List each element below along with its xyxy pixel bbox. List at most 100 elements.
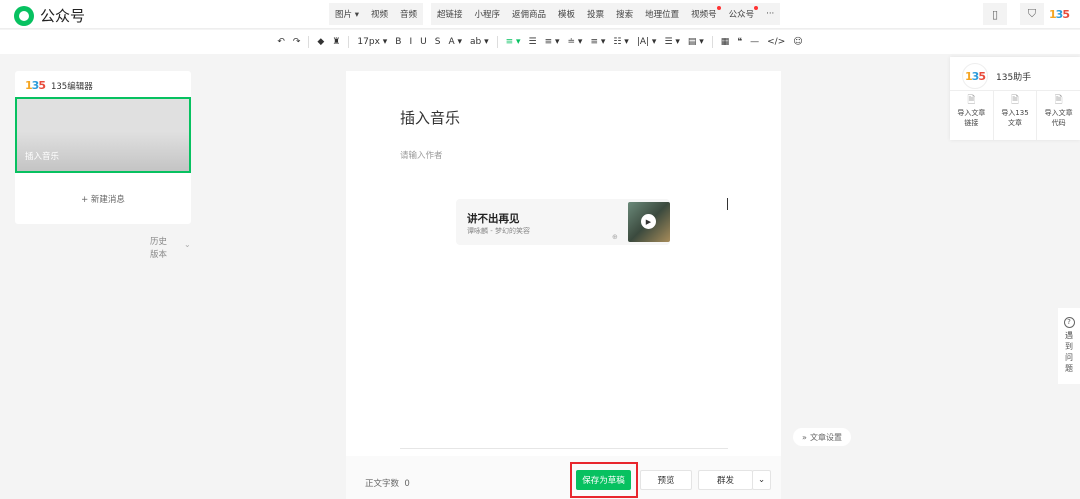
shield-icon[interactable]: ⛉ xyxy=(1020,3,1044,25)
toolbar-button[interactable]: ↷ xyxy=(293,37,301,47)
toolbar-button[interactable]: U xyxy=(420,37,427,47)
article-settings-button[interactable]: » 文章设置 xyxy=(793,428,851,446)
toolbar-button[interactable]: ▦ xyxy=(721,37,730,47)
new-message-button[interactable]: + 新建消息 xyxy=(15,193,191,205)
insert-miniprogram[interactable]: 小程序 xyxy=(469,8,507,20)
save-draft-button[interactable]: 保存为草稿 xyxy=(576,470,631,490)
text-cursor xyxy=(727,198,728,210)
play-icon[interactable]: ▶ xyxy=(641,214,656,229)
toolbar-button[interactable]: ☷ ▾ xyxy=(613,37,628,47)
more-button[interactable]: ··· xyxy=(760,9,780,19)
app-title: 公众号 xyxy=(40,7,86,25)
help-button[interactable]: ? 遇到问题 xyxy=(1058,308,1080,384)
toolbar-button[interactable]: ☰ xyxy=(529,37,537,47)
insert-audio[interactable]: 音频 xyxy=(394,8,423,20)
toolbar-button[interactable]: </> xyxy=(767,37,785,47)
import-135-article[interactable]: 🗎 导入135 文章 xyxy=(994,91,1038,140)
author-input[interactable]: 请输入作者 xyxy=(400,149,443,161)
editor: 插入音乐 请输入作者 讲不出再见 谭咏麟 - 梦幻的笑容 ⊕ ▶ 正文字数 0 … xyxy=(346,71,781,499)
insert-template[interactable]: 模板 xyxy=(552,8,581,20)
preview-button[interactable]: 预览 xyxy=(640,470,692,490)
song-title: 讲不出再见 xyxy=(467,213,520,225)
helper-title: 135助手 xyxy=(996,72,1032,83)
label: 代码 xyxy=(1051,119,1066,127)
label: 文章 xyxy=(1008,119,1022,127)
insert-vote[interactable]: 投票 xyxy=(581,8,610,20)
toolbar-button[interactable]: — xyxy=(750,37,759,47)
135-helper-panel: 135 135助手 🗎 导入文章链接 🗎 导入135 文章 🗎 导入文章代码 xyxy=(950,57,1080,140)
list-header: 135 135编辑器 xyxy=(25,79,93,92)
toolbar-button[interactable]: ❝ xyxy=(737,37,742,47)
toolbar-button[interactable]: ≡ ▾ xyxy=(545,37,560,47)
article-item[interactable]: 插入音乐 xyxy=(15,97,191,173)
label: 导入文章 xyxy=(1044,109,1073,117)
toolbar-button[interactable]: ≐ ▾ xyxy=(568,37,583,47)
label: 导入135 xyxy=(1001,109,1029,117)
toolbar-button[interactable]: ab ▾ xyxy=(470,37,489,47)
insert-commission-product[interactable]: 返佣商品 xyxy=(506,8,552,20)
word-count: 正文字数 0 xyxy=(365,477,410,489)
article-list: 135 135编辑器 插入音乐 + 新建消息 xyxy=(15,71,191,224)
label: 导入文章 xyxy=(957,109,986,117)
help-label: 遇到问题 xyxy=(1065,331,1073,373)
question-icon: ? xyxy=(1063,317,1075,328)
history-versions-button[interactable]: 历史版本 xyxy=(150,236,174,262)
135-logo-icon: 135 xyxy=(25,79,46,92)
content-insert-group: 超链接 小程序 返佣商品 模板 投票 搜索 地理位置 视频号 公众号 ··· xyxy=(431,3,781,25)
document-icon: 🗎 xyxy=(1010,95,1020,106)
document-icon: 🗎 xyxy=(1054,95,1063,106)
toolbar-separator xyxy=(308,36,310,48)
toolbar-button[interactable]: ♜ xyxy=(332,37,340,47)
article-title-input[interactable]: 插入音乐 xyxy=(400,107,460,128)
chevrons-down-icon: » xyxy=(802,432,807,442)
app-logo[interactable]: 公众号 xyxy=(14,5,85,26)
toolbar-button[interactable]: |A| ▾ xyxy=(637,37,657,47)
toolbar-button[interactable]: ▤ ▾ xyxy=(688,37,704,47)
insert-channels[interactable]: 视频号 xyxy=(685,6,723,20)
chevron-down-icon[interactable]: ⌄ xyxy=(184,240,191,249)
import-article-link[interactable]: 🗎 导入文章链接 xyxy=(950,91,994,140)
toolbar-button[interactable]: S xyxy=(435,37,441,47)
publish-dropdown-icon[interactable]: ⌄ xyxy=(752,470,771,490)
insert-search[interactable]: 搜索 xyxy=(610,8,639,20)
new-dot-icon xyxy=(716,6,721,10)
article-item-title: 插入音乐 xyxy=(25,152,60,162)
music-source-icon: ⊕ xyxy=(612,233,618,241)
toolbar-button[interactable]: A ▾ xyxy=(448,37,462,47)
song-artist: 谭咏麟 - 梦幻的笑容 xyxy=(467,227,530,235)
toolbar-button[interactable]: ≡ ▾ xyxy=(506,37,521,47)
insert-location[interactable]: 地理位置 xyxy=(639,8,685,20)
insert-account[interactable]: 公众号 xyxy=(723,6,761,20)
toolbar-button[interactable]: B xyxy=(395,37,401,47)
brand-label: 135编辑器 xyxy=(50,81,93,92)
wechat-logo-icon xyxy=(14,5,34,26)
word-count-value: 0 xyxy=(404,479,410,489)
toolbar-separator xyxy=(348,36,350,48)
insert-image[interactable]: 图片 ▾ xyxy=(329,8,365,20)
toolbar-button[interactable]: ↶ xyxy=(277,37,285,47)
insert-account-label: 公众号 xyxy=(728,10,755,20)
toolbar-separator xyxy=(711,36,713,48)
toolbar-button[interactable]: ☺ xyxy=(793,37,802,47)
insert-link[interactable]: 超链接 xyxy=(431,8,469,20)
insert-channels-label: 视频号 xyxy=(691,10,717,20)
label: 链接 xyxy=(964,119,979,127)
toolbar-separator xyxy=(496,36,498,48)
135-logo-icon: 135 xyxy=(962,63,988,89)
album-cover: ▶ xyxy=(628,202,670,242)
insert-video[interactable]: 视频 xyxy=(365,8,394,20)
import-doc-icon[interactable]: ▯ xyxy=(983,3,1007,25)
toolbar-button[interactable]: 17px ▾ xyxy=(357,37,387,47)
toolbar-button[interactable]: ≡ ▾ xyxy=(590,37,605,47)
toolbar-button[interactable]: ☰ ▾ xyxy=(664,37,679,47)
top-bar: 公众号 图片 ▾ 视频 音频 超链接 小程序 返佣商品 模板 投票 搜索 地理位… xyxy=(0,0,1080,29)
article-settings-label: 文章设置 xyxy=(809,432,842,442)
document-icon: 🗎 xyxy=(967,95,976,106)
toolbar-button[interactable]: I xyxy=(409,37,412,47)
import-article-code[interactable]: 🗎 导入文章代码 xyxy=(1037,91,1080,140)
music-card[interactable]: 讲不出再见 谭咏麟 - 梦幻的笑容 ⊕ ▶ xyxy=(456,199,670,245)
format-toolbar: ↶ ↷ ◆ ♜ 17px ▾ B I U S A ▾ ab ▾ ≡ ▾ ☰ ≡ ▾ ≐ ▾ ≡ ▾ ☷ ▾ |A|… xyxy=(0,30,1080,54)
publish-button[interactable]: 群发 xyxy=(698,470,753,490)
135-plugin-icon[interactable]: 135 xyxy=(1047,3,1071,25)
toolbar-button[interactable]: ◆ xyxy=(317,37,324,47)
